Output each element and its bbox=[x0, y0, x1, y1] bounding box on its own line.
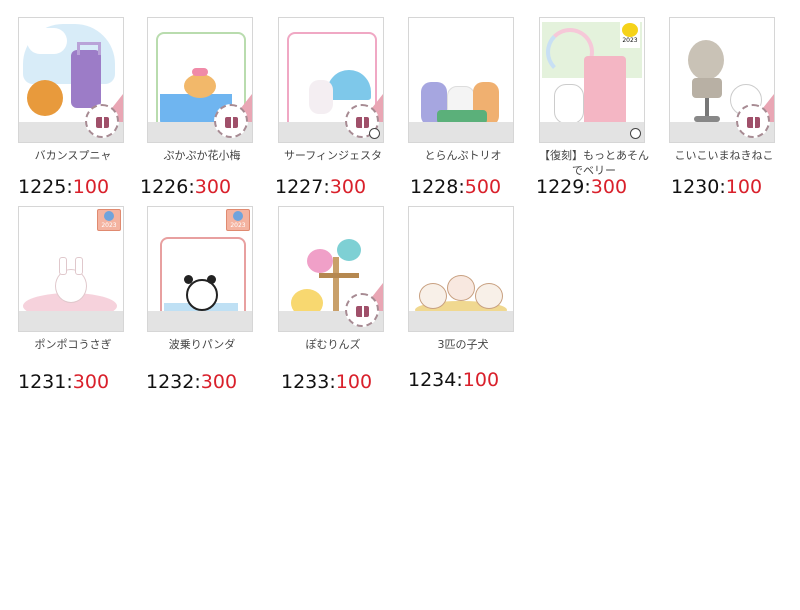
item-code-price: 1225:100 bbox=[18, 176, 110, 198]
item-code-price: 1230:100 bbox=[671, 176, 763, 198]
item-name: ポンポコうさぎ bbox=[34, 338, 112, 351]
item-thumbnail[interactable] bbox=[669, 17, 775, 143]
gift-icon bbox=[736, 104, 770, 138]
item-thumbnail[interactable] bbox=[147, 17, 253, 143]
item-name: 【復刻】もっとあそんでベリー bbox=[539, 149, 649, 177]
item-code-price: 1232:300 bbox=[146, 371, 238, 393]
item-name: とらんぷトリオ bbox=[424, 149, 502, 162]
item-name: ぷかぷか花小梅 bbox=[163, 149, 241, 162]
item-thumbnail[interactable]: 2023 bbox=[539, 17, 645, 143]
year-badge-icon: 2023 bbox=[226, 209, 250, 231]
item-code-price: 1227:300 bbox=[275, 176, 367, 198]
item-code-price: 1231:300 bbox=[18, 371, 110, 393]
item-name: こいこいまねきねこ bbox=[674, 149, 774, 162]
gift-icon bbox=[345, 293, 379, 327]
item-code-price: 1226:300 bbox=[140, 176, 232, 198]
item-thumbnail[interactable] bbox=[18, 17, 124, 143]
item-thumbnail[interactable] bbox=[408, 206, 514, 332]
item-thumbnail[interactable] bbox=[278, 17, 384, 143]
year-badge-icon: 2023 bbox=[97, 209, 121, 231]
gift-icon bbox=[214, 104, 248, 138]
item-name: 3匹の子犬 bbox=[437, 338, 489, 351]
year-badge-icon: 2023 bbox=[620, 22, 640, 48]
item-code-price: 1233:100 bbox=[281, 371, 373, 393]
item-code-price: 1228:500 bbox=[410, 176, 502, 198]
item-thumbnail[interactable]: 2023 bbox=[18, 206, 124, 332]
item-name: 波乗りパンダ bbox=[168, 338, 236, 351]
item-thumbnail[interactable] bbox=[408, 17, 514, 143]
zoom-in-icon[interactable] bbox=[369, 128, 380, 139]
item-code-price: 1229:300 bbox=[536, 176, 628, 198]
gift-icon bbox=[85, 104, 119, 138]
item-name: バカンスプニャ bbox=[34, 149, 112, 162]
item-name: ぽむりんズ bbox=[305, 338, 361, 351]
zoom-in-icon[interactable] bbox=[630, 128, 641, 139]
item-thumbnail[interactable] bbox=[278, 206, 384, 332]
item-name: サーフィンジェスタ bbox=[283, 149, 383, 162]
item-thumbnail[interactable]: 2023 bbox=[147, 206, 253, 332]
item-code-price: 1234:100 bbox=[408, 369, 500, 391]
